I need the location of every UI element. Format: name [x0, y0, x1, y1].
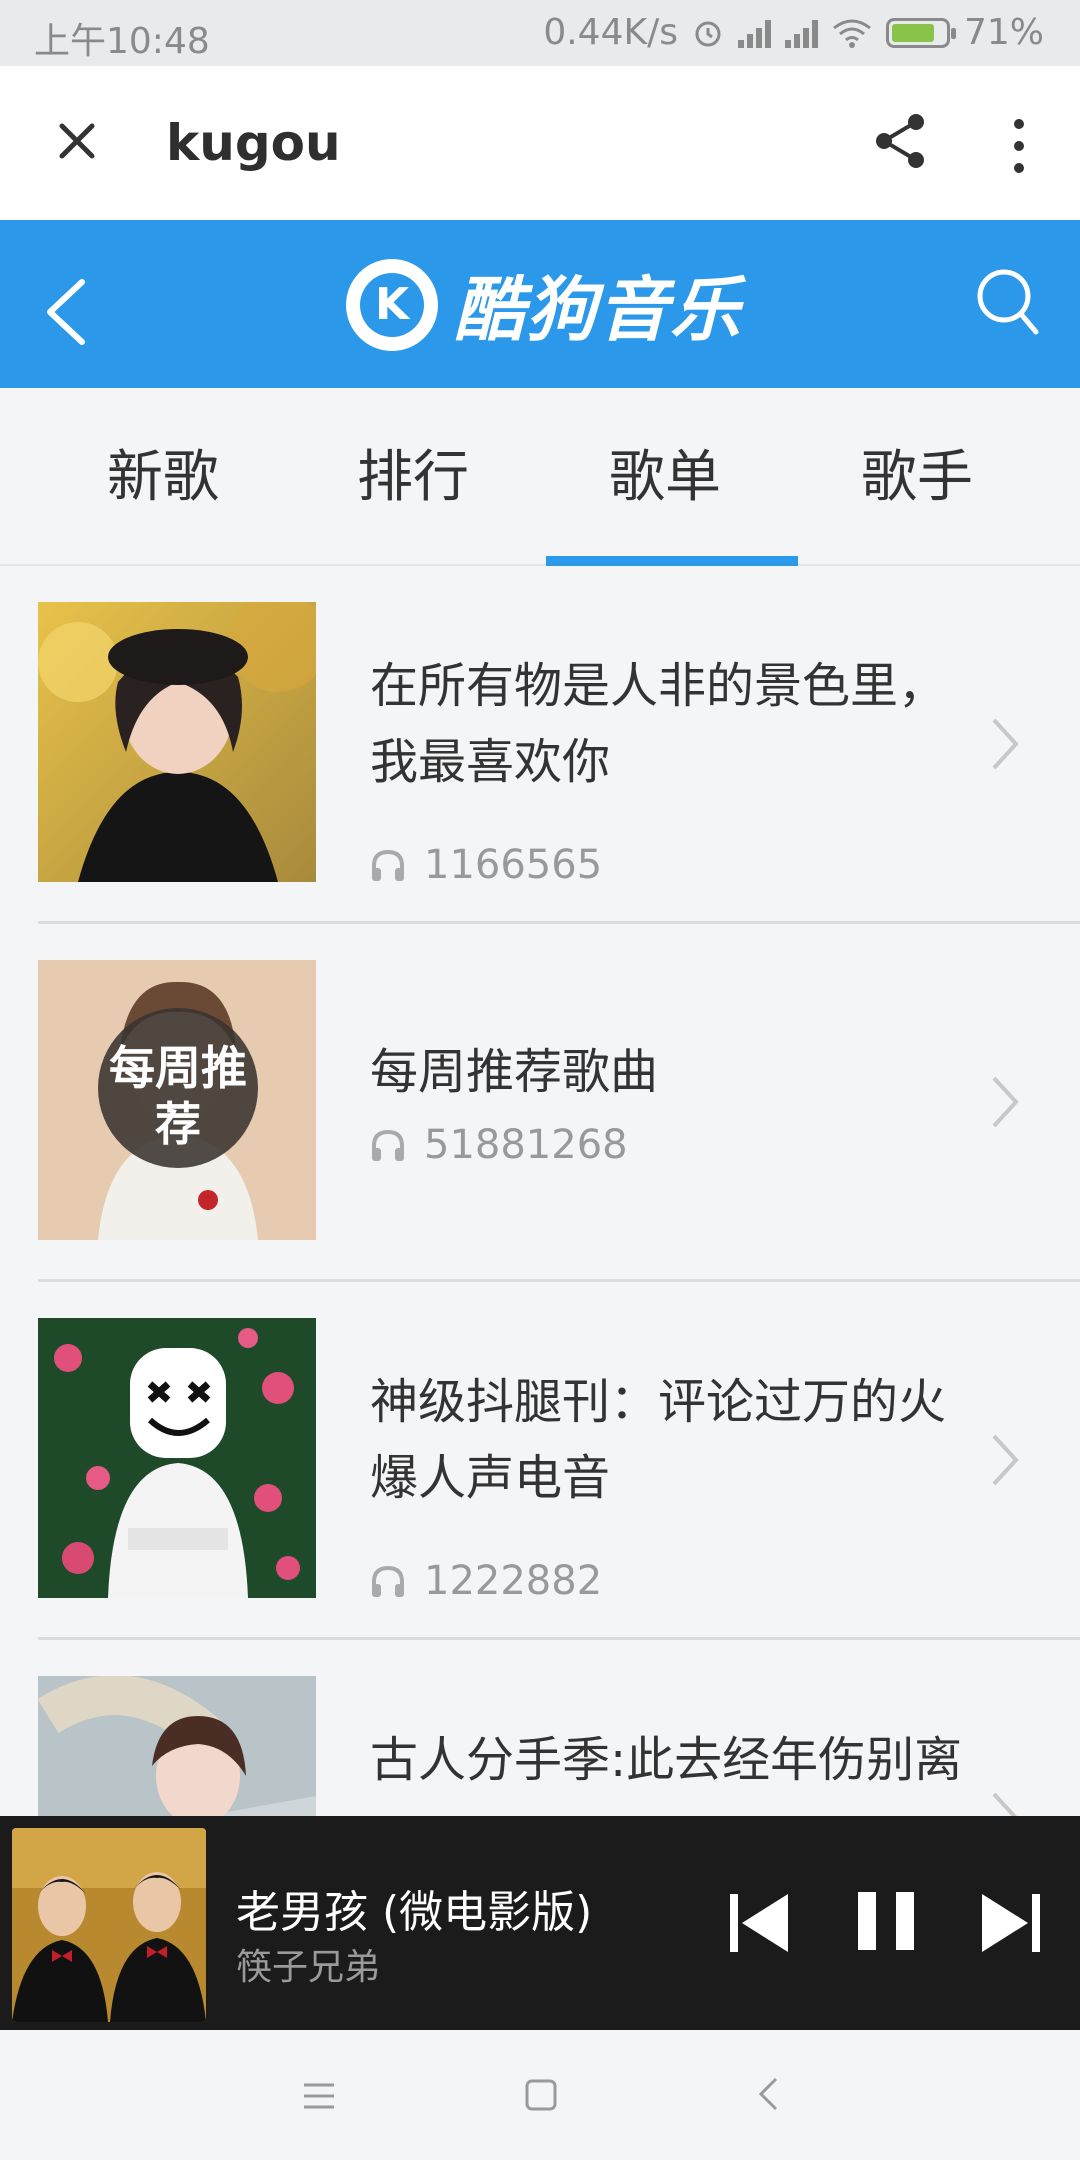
- kugou-logo: K 酷狗音乐: [346, 254, 742, 355]
- more-options-icon[interactable]: [1004, 116, 1034, 176]
- list-item[interactable]: 神级抖腿刊：评论过万的火爆人声电音 1222882: [0, 1282, 1080, 1640]
- alarm-icon: [695, 21, 721, 46]
- pause-icon[interactable]: [856, 1890, 916, 1952]
- signal-icon-2: [784, 18, 818, 48]
- playlist-title: 古人分手季:此去经年伤别离: [370, 1732, 963, 1788]
- logo-letter: K: [360, 272, 424, 337]
- playlist-title: 每周推荐歌曲: [370, 1044, 659, 1100]
- tab-new-songs[interactable]: 新歌: [38, 432, 288, 513]
- active-tab-indicator: [546, 556, 798, 566]
- signal-icon: [737, 18, 771, 48]
- status-bar: 上午10:48 0.44K/s 71%: [0, 0, 1080, 66]
- status-icons: 0.44K/s 71%: [543, 12, 1044, 53]
- network-speed: 0.44K/s: [543, 12, 678, 53]
- playlist-title: 神级抖腿刊：评论过万的火爆人声电音: [370, 1374, 947, 1506]
- now-playing-artist: 筷子兄弟: [236, 1947, 381, 1988]
- battery-icon: [885, 17, 956, 48]
- now-playing-title: 老男孩 (微电影版): [236, 1887, 593, 1938]
- weekly-badge: 每周推荐: [109, 1041, 247, 1151]
- close-icon[interactable]: [50, 114, 104, 168]
- play-count: 1166565: [370, 842, 602, 888]
- playlist-cover: [38, 602, 316, 882]
- tab-singers[interactable]: 歌手: [792, 432, 1042, 513]
- play-count-value: 1222882: [424, 1558, 603, 1604]
- list-item[interactable]: 在所有物是人非的景色里，我最喜欢你 1166565: [0, 566, 1080, 924]
- nav-back-icon[interactable]: [756, 2076, 780, 2112]
- next-track-icon[interactable]: [980, 1892, 1042, 1954]
- playlist-cover: [38, 1318, 316, 1598]
- previous-track-icon[interactable]: [728, 1892, 790, 1954]
- chevron-right-icon: [992, 1434, 1019, 1486]
- playlist-cover: 每周推荐: [38, 960, 316, 1240]
- headphones-icon: [372, 1129, 404, 1161]
- menu-icon[interactable]: [302, 2080, 336, 2112]
- play-count: 51881268: [370, 1122, 628, 1168]
- app-header: K 酷狗音乐: [0, 220, 1080, 388]
- mini-player[interactable]: 老男孩 (微电影版) 筷子兄弟: [0, 1816, 1080, 2030]
- chevron-right-icon: [992, 718, 1019, 770]
- home-icon[interactable]: [524, 2078, 558, 2112]
- headphones-icon: [372, 1565, 404, 1597]
- playlist-title: 在所有物是人非的景色里，我最喜欢你: [370, 658, 947, 790]
- now-playing-cover[interactable]: [12, 1828, 206, 2022]
- tab-charts[interactable]: 排行: [288, 432, 538, 513]
- play-count: 1222882: [370, 1558, 602, 1604]
- status-time: 上午10:48: [34, 21, 210, 62]
- search-icon[interactable]: [974, 266, 1040, 340]
- page-title: kugou: [166, 114, 341, 172]
- headphones-icon: [372, 849, 404, 881]
- tab-playlists[interactable]: 歌单: [540, 432, 790, 513]
- play-count-value: 51881268: [424, 1122, 628, 1168]
- logo-text: 酷狗音乐: [454, 269, 742, 351]
- browser-toolbar: kugou: [0, 66, 1080, 220]
- battery-percent: 71%: [963, 12, 1044, 53]
- play-count-value: 1166565: [424, 842, 603, 888]
- system-navigation-bar: [0, 2030, 1080, 2160]
- chevron-right-icon: [992, 1076, 1019, 1128]
- back-icon[interactable]: [38, 272, 98, 352]
- wifi-icon: [833, 19, 871, 48]
- share-icon[interactable]: [872, 110, 930, 172]
- logo-mark: K: [346, 258, 438, 351]
- list-item[interactable]: 每周推荐 每周推荐歌曲 51881268: [0, 924, 1080, 1282]
- category-tabs: 新歌 排行 歌单 歌手: [0, 388, 1080, 566]
